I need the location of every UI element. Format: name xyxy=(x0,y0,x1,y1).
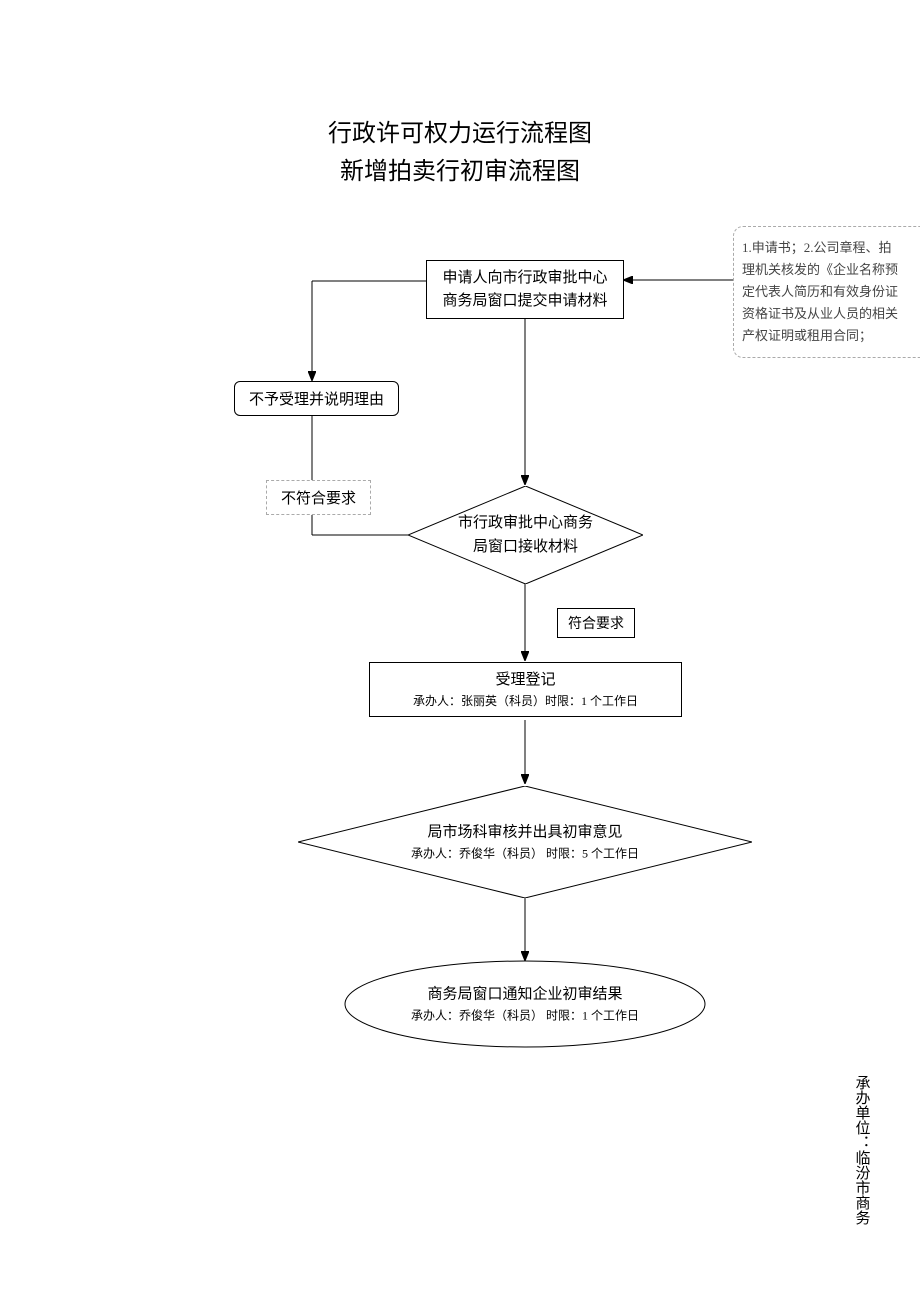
node-receive-line1: 市行政审批中心商务 xyxy=(443,511,608,535)
note-l5: 产权证明或租用合同； xyxy=(742,325,920,347)
note-l2: 理机关核发的《企业名称预 xyxy=(742,259,920,281)
node-receive-line2: 局窗口接收材料 xyxy=(443,535,608,559)
node-receive: 市行政审批中心商务 局窗口接收材料 xyxy=(408,486,643,584)
note-l3: 定代表人简历和有效身份证 xyxy=(742,281,920,303)
node-review-sub: 承办人：乔俊华（科员） 时限：5 个工作日 xyxy=(366,844,684,863)
node-review-title: 局市场科审核并出具初审意见 xyxy=(366,820,684,844)
node-accept: 受理登记 承办人：张丽英（科员）时限：1 个工作日 xyxy=(369,662,682,717)
node-notify-title: 商务局窗口通知企业初审结果 xyxy=(371,982,679,1006)
flowchart-container: 申请人向市行政审批中心 商务局窗口提交申请材料 1.申请书；2.公司章程、拍 理… xyxy=(0,0,920,1301)
node-notify-content: 商务局窗口通知企业初审结果 承办人：乔俊华（科员） 时限：1 个工作日 xyxy=(371,982,679,1025)
connectors xyxy=(0,0,920,1301)
node-submit-line2: 商务局窗口提交申请材料 xyxy=(442,290,607,313)
note-l1: 1.申请书；2.公司章程、拍 xyxy=(742,237,920,259)
node-review: 局市场科审核并出具初审意见 承办人：乔俊华（科员） 时限：5 个工作日 xyxy=(298,786,752,898)
node-submit: 申请人向市行政审批中心 商务局窗口提交申请材料 xyxy=(426,260,624,319)
notes-box: 1.申请书；2.公司章程、拍 理机关核发的《企业名称预 定代表人简历和有效身份证… xyxy=(733,226,920,358)
footer-vertical: 承办单位：临汾市商务 xyxy=(851,1075,871,1225)
node-submit-line1: 申请人向市行政审批中心 xyxy=(442,267,607,290)
node-not-pass-label: 不符合要求 xyxy=(281,487,356,508)
node-accept-title: 受理登记 xyxy=(495,669,555,692)
node-notify-sub: 承办人：乔俊华（科员） 时限：1 个工作日 xyxy=(371,1006,679,1025)
node-review-content: 局市场科审核并出具初审意见 承办人：乔俊华（科员） 时限：5 个工作日 xyxy=(366,820,684,863)
node-reject: 不予受理并说明理由 xyxy=(234,381,399,416)
node-accept-sub: 承办人：张丽英（科员）时限：1 个工作日 xyxy=(413,692,638,710)
node-reject-label: 不予受理并说明理由 xyxy=(249,388,384,409)
node-receive-content: 市行政审批中心商务 局窗口接收材料 xyxy=(443,511,608,559)
node-not-pass: 不符合要求 xyxy=(266,480,371,515)
node-notify: 商务局窗口通知企业初审结果 承办人：乔俊华（科员） 时限：1 个工作日 xyxy=(344,960,706,1048)
pass-label-text: 符合要求 xyxy=(568,617,624,632)
note-l4: 资格证书及从业人员的相关 xyxy=(742,303,920,325)
pass-label: 符合要求 xyxy=(557,608,635,638)
